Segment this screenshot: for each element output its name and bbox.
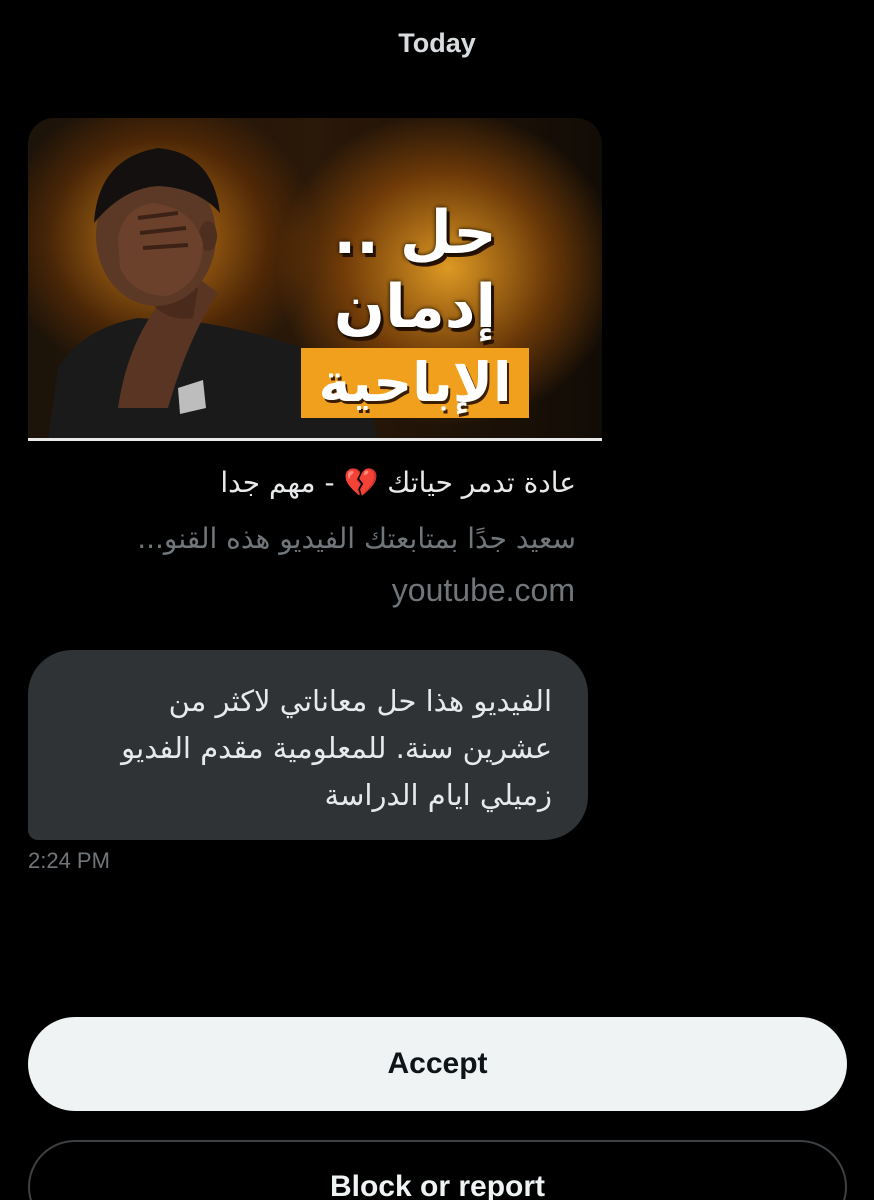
block-or-report-button[interactable]: Block or report <box>28 1140 847 1200</box>
link-domain[interactable]: youtube.com <box>392 572 575 609</box>
thumbnail-caption-line2: الإباحية <box>300 348 530 418</box>
message-request-screen: Today حل .. إدمان الإباحية عادة تدمر حيا… <box>0 0 874 1200</box>
link-title[interactable]: عادة تدمر حياتك 💔 - مهم جدا <box>220 466 576 499</box>
video-thumbnail[interactable]: حل .. إدمان الإباحية <box>28 118 602 441</box>
thumbnail-caption-line1: حل .. إدمان <box>333 198 497 342</box>
message-text: الفيديو هذا حل معاناتي لاكثر من عشرين سن… <box>64 678 552 819</box>
message-bubble[interactable]: الفيديو هذا حل معاناتي لاكثر من عشرين سن… <box>28 650 588 840</box>
accept-button[interactable]: Accept <box>28 1017 847 1111</box>
message-line: زميلي ايام الدراسة <box>324 778 552 812</box>
thumbnail-caption: حل .. إدمان الإباحية <box>250 196 580 418</box>
message-line: عشرين سنة. للمعلومية مقدم الفديو <box>121 731 552 765</box>
link-description[interactable]: سعيد جدًا بمتابعتك الفيديو هذه القنو... <box>16 522 576 555</box>
link-preview-card[interactable]: حل .. إدمان الإباحية <box>28 118 602 441</box>
message-line: الفيديو هذا حل معاناتي لاكثر من <box>168 684 552 718</box>
message-timestamp: 2:24 PM <box>28 848 110 873</box>
date-separator: Today <box>398 28 476 58</box>
